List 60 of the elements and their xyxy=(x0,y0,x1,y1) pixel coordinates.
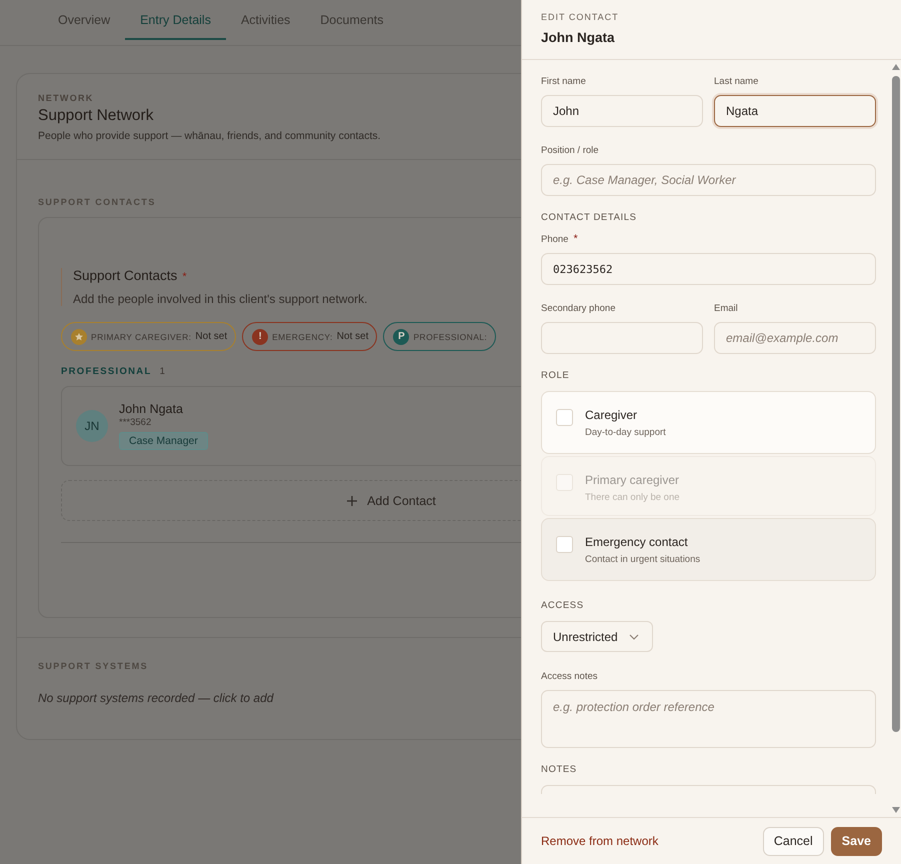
group-count: 1 xyxy=(160,366,166,377)
section-eyebrow: NETWORK xyxy=(38,93,95,103)
card-description: People who provide support — whānau, friends, and community contacts. xyxy=(38,130,382,142)
notes-field[interactable] xyxy=(541,785,876,794)
avatar: JN xyxy=(76,410,108,442)
text-field[interactable] xyxy=(541,322,703,354)
tab[interactable]: Documents xyxy=(305,0,399,40)
save-button[interactable]: Save xyxy=(830,826,882,856)
contact-phone: ***3562 xyxy=(119,417,152,428)
remove-link[interactable]: Remove from network xyxy=(541,834,658,848)
chevron-down-icon xyxy=(628,634,639,640)
tab[interactable]: Entry Details xyxy=(125,0,226,40)
card-title: Support Network xyxy=(38,107,154,125)
option-hint: There can only be one xyxy=(585,492,680,503)
summary-chip[interactable]: PRIMARY CAREGIVER: Not set xyxy=(61,322,236,351)
field-label: Phone xyxy=(541,234,568,245)
field-label: Email xyxy=(714,303,738,314)
required-mark: * xyxy=(182,271,187,283)
field-label: Secondary phone xyxy=(541,303,616,314)
empty-message[interactable]: No support systems recorded — click to add xyxy=(38,691,521,705)
tab[interactable]: Overview xyxy=(43,0,126,40)
section-heading: NOTES xyxy=(541,764,578,775)
field-label: Access notes xyxy=(541,671,598,682)
text-field[interactable]: email@example.com xyxy=(714,322,876,354)
option-hint: Day-to-day support xyxy=(585,427,666,438)
summary-chip[interactable]: P PROFESSIONAL: xyxy=(383,322,496,351)
drawer-eyebrow: EDIT CONTACT xyxy=(541,12,620,22)
section-heading: CONTACT DETAILS xyxy=(541,212,638,223)
field-label: Position / role xyxy=(541,145,599,156)
panel-title: Support Contacts xyxy=(73,268,178,283)
section-heading: ACCESS xyxy=(541,600,585,611)
option-hint: Contact in urgent situations xyxy=(585,554,700,565)
option-label: Caregiver xyxy=(585,408,638,422)
role-option[interactable]: Caregiver Day-to-day support xyxy=(541,391,876,454)
plus-icon xyxy=(346,494,358,506)
contact-name: John Ngata xyxy=(119,402,184,416)
tab[interactable]: Activities xyxy=(226,0,306,40)
access-dropdown[interactable]: Unrestricted xyxy=(541,621,653,652)
drawer-title: John Ngata xyxy=(541,30,616,45)
text-field[interactable]: 023623562 xyxy=(541,253,876,285)
cancel-button[interactable]: Cancel xyxy=(762,826,824,856)
required-mark: * xyxy=(573,233,578,245)
field-label: Last name xyxy=(714,76,758,87)
badge-icon: ! xyxy=(252,328,268,344)
notes-field[interactable]: e.g. protection order reference xyxy=(541,690,876,748)
text-field[interactable]: Ngata xyxy=(714,95,876,127)
text-field[interactable]: e.g. Case Manager, Social Worker xyxy=(541,164,876,196)
option-label: Emergency contact xyxy=(585,535,689,549)
field-label: First name xyxy=(541,76,586,87)
panel-description: Add the people involved in this client's support network. xyxy=(73,292,368,306)
role-tag: Case Manager xyxy=(119,432,208,450)
role-option[interactable]: Emergency contact Contact in urgent situations xyxy=(541,518,876,581)
checkbox[interactable] xyxy=(556,536,573,553)
group-title: PROFESSIONAL xyxy=(61,366,152,377)
summary-chip[interactable]: ! EMERGENCY: Not set xyxy=(242,322,378,351)
text-field[interactable]: John xyxy=(541,95,703,127)
section-heading: ROLE xyxy=(541,370,570,381)
checkbox[interactable] xyxy=(556,409,573,426)
option-label: Primary caregiver xyxy=(585,473,680,487)
badge-icon: P xyxy=(393,328,410,344)
